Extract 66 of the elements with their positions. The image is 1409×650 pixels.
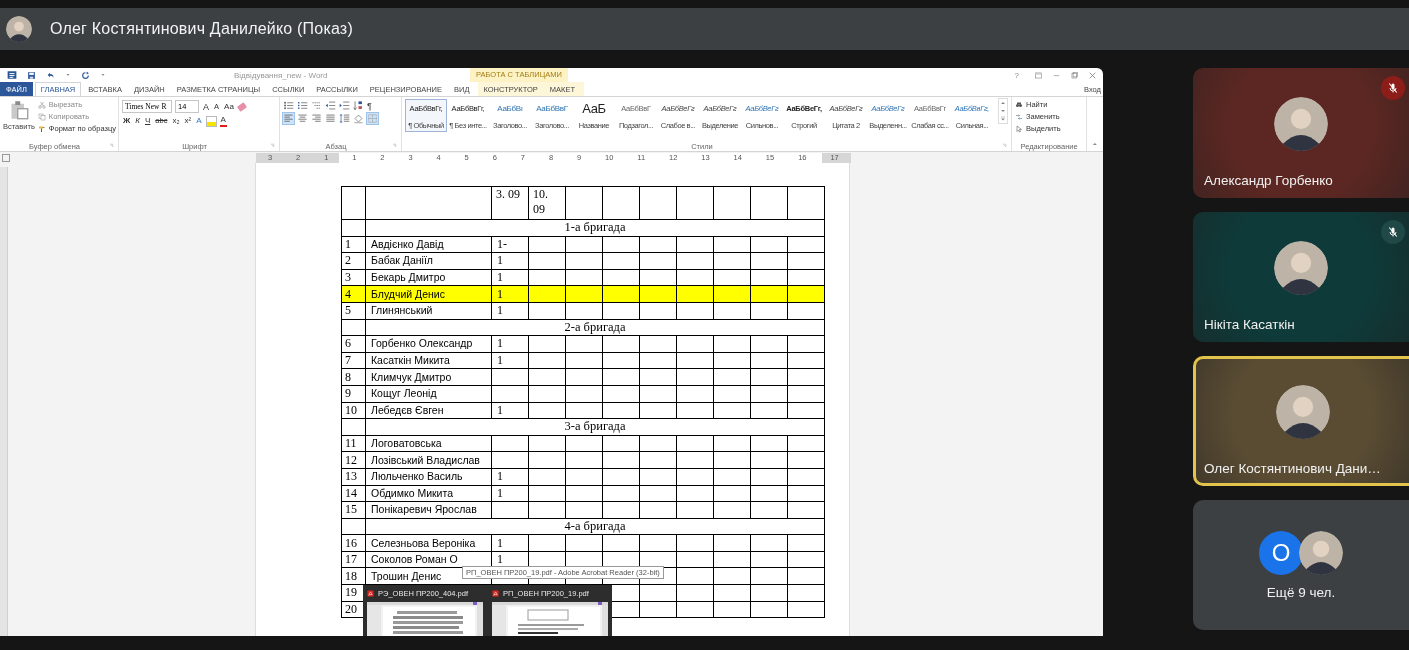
table-cell: 13 [341, 468, 366, 485]
bold-button[interactable]: Ж [122, 115, 132, 127]
table-cell: 2 [341, 252, 366, 270]
table-cell: Селезньова Вероніка [365, 534, 492, 552]
underline-button[interactable]: Ч [143, 115, 152, 127]
table-cell: 6 [341, 335, 366, 353]
table-cell: 3 [341, 269, 366, 286]
table-cell: 1 [491, 269, 529, 286]
table-cell: Бабак Даніїл [365, 252, 492, 270]
table-cell: Логоватовська [365, 435, 492, 452]
more-participants-label: Ещё 9 чел. [1266, 584, 1336, 600]
table-cell: 10. 09 [528, 186, 566, 220]
table-cell: 8 [341, 368, 366, 386]
table-cell: Касаткін Микита [365, 352, 492, 369]
table-cell: 1- [491, 236, 529, 253]
participant-name: Александр Горбенко [1204, 173, 1333, 188]
table-cell: 5 [341, 302, 366, 320]
table-cell: 1 [491, 485, 529, 502]
table-cell: 17 [341, 551, 366, 568]
table-cell: Авдієнко Давід [365, 236, 492, 253]
participant-name: Нікіта Касаткін [1204, 317, 1295, 332]
table-cell: Бекарь Дмитро [365, 269, 492, 286]
table-cell: Горбенко Олександр [365, 335, 492, 353]
table-cell: Кощуг Леонід [365, 385, 492, 403]
table-cell: 1 [491, 352, 529, 369]
italic-button[interactable]: К [134, 115, 141, 127]
text-effects-button[interactable]: A [195, 115, 203, 127]
table-cell: 9 [341, 385, 366, 403]
table-cell: 1 [491, 335, 529, 353]
table-cell: 15 [341, 501, 366, 519]
table-cell: 1 [491, 468, 529, 485]
help-button[interactable]: ? [1014, 70, 1019, 80]
table-cell: 1 [491, 302, 529, 320]
table-cell: Обдимко Микита [365, 485, 492, 502]
change-case-button[interactable]: Аа [223, 100, 235, 113]
avatar: О [1259, 530, 1303, 575]
table-cell: Глинянський [365, 302, 492, 320]
table-cell: 1-а бригада [365, 219, 825, 237]
table-cell: 14 [341, 485, 366, 502]
subscript-button[interactable]: x₂ [171, 115, 181, 127]
table-cell: 7 [341, 352, 366, 369]
table-cell: Лозівський Владислав [365, 451, 492, 469]
table-cell: 1 [341, 236, 366, 253]
table-cell: 3. 09 [491, 186, 529, 220]
table-cell: 11 [341, 435, 366, 452]
table-cell: 12 [341, 451, 366, 469]
window-title: Відвідування_new - Word [234, 70, 329, 80]
table-cell: 3-а бригада [365, 418, 825, 436]
table-cell: 2-а бригада [365, 319, 825, 336]
table-cell: Люльченко Василь [365, 468, 492, 485]
table-cell: Климчук Дмитро [365, 368, 492, 386]
table-cell: 16 [341, 534, 366, 552]
participant-name: Олег Костянтинович Дани… [1204, 461, 1381, 476]
presenter-name: Олег Костянтинович Данилейко (Показ) [50, 20, 353, 38]
table-cell: Лебедєв Євген [365, 402, 492, 419]
table-cell: Понікаревич Ярослав [365, 501, 492, 519]
table-cell: 1 [491, 534, 529, 552]
grow-font-button[interactable]: A [202, 100, 210, 113]
table-cell: 4-а бригада [365, 518, 825, 535]
table-cell: 18 [341, 567, 366, 585]
table-cell: 1 [491, 252, 529, 270]
show-marks-button[interactable]: ¶ [367, 100, 372, 111]
font-color-button[interactable]: A [219, 115, 227, 127]
superscript-button[interactable]: x² [183, 115, 193, 127]
table-cell: 1 [491, 402, 529, 419]
table-cell: 10 [341, 402, 366, 419]
